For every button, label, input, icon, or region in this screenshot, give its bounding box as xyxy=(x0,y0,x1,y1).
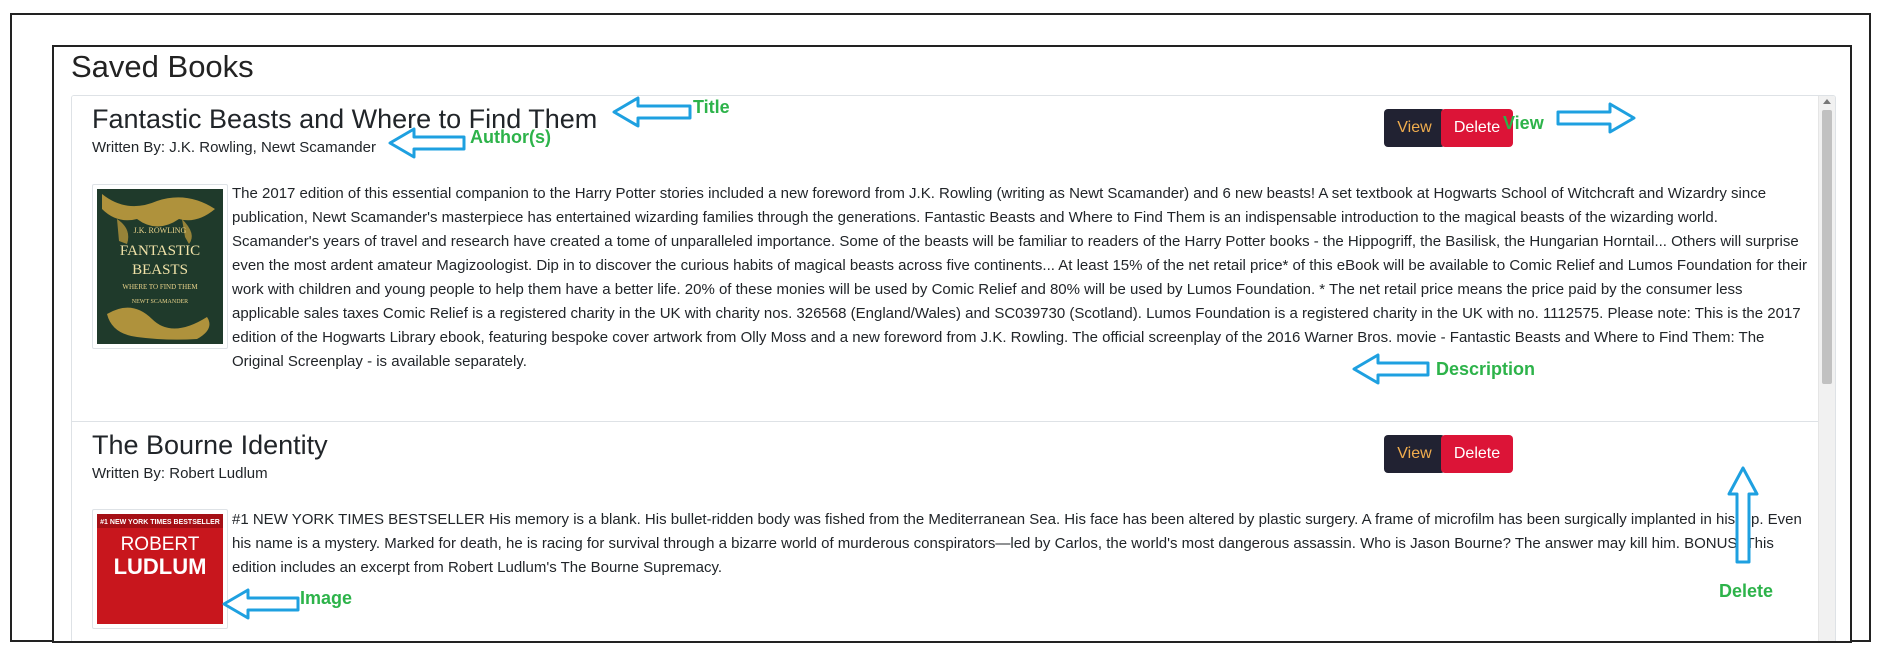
cover-byline: NEWT SCAMANDER xyxy=(132,299,188,305)
book-title: The Bourne Identity xyxy=(92,430,328,460)
cover-author-first: ROBERT xyxy=(121,534,200,555)
book-cover-image: J.K. ROWLING FANTASTIC BEASTS WHERE TO F… xyxy=(92,184,228,349)
book-authors: Written By: Robert Ludlum xyxy=(92,465,268,482)
vertical-scrollbar[interactable] xyxy=(1818,96,1835,641)
scrollbar-thumb[interactable] xyxy=(1822,110,1832,384)
view-button[interactable]: View xyxy=(1384,435,1445,473)
book-card: The Bourne Identity Written By: Robert L… xyxy=(72,422,1819,641)
annotation-authors-label: Author(s) xyxy=(470,127,551,147)
view-button[interactable]: View xyxy=(1384,109,1445,147)
cover-author-line: J.K. ROWLING xyxy=(134,226,187,235)
annotation-image-label: Image xyxy=(300,588,353,608)
book-description: The 2017 edition of this essential compa… xyxy=(232,185,1807,370)
saved-books-list[interactable]: Fantastic Beasts and Where to Find Them … xyxy=(71,95,1836,641)
image-annotation-arrow-icon xyxy=(222,588,300,620)
cover-title-line2: BEASTS xyxy=(132,262,188,278)
scroll-up-arrow-icon[interactable] xyxy=(1823,99,1831,104)
cover-banner: #1 NEW YORK TIMES BESTSELLER xyxy=(100,519,220,526)
delete-button[interactable]: Delete xyxy=(1441,435,1513,473)
description-annotation-arrow-icon xyxy=(1352,353,1430,385)
cover-title-line1: FANTASTIC xyxy=(120,243,200,259)
title-annotation-arrow-icon xyxy=(612,96,692,128)
bourne-identity-cover: #1 NEW YORK TIMES BESTSELLER ROBERT LUDL… xyxy=(97,514,223,624)
book-authors: Written By: J.K. Rowling, Newt Scamander xyxy=(92,139,376,156)
fantastic-beasts-cover: J.K. ROWLING FANTASTIC BEASTS WHERE TO F… xyxy=(97,189,223,344)
delete-annotation-arrow-icon xyxy=(1727,466,1759,564)
authors-annotation-arrow-icon xyxy=(388,127,466,159)
annotation-delete-label: Delete xyxy=(1719,581,1774,601)
annotation-description-label: Description xyxy=(1436,359,1536,379)
annotation-view-label: View xyxy=(1503,113,1544,133)
book-card: Fantastic Beasts and Where to Find Them … xyxy=(72,96,1819,422)
view-annotation-arrow-icon xyxy=(1556,102,1636,134)
page-title: Saved Books xyxy=(71,49,254,84)
cover-author-last: LUDLUM xyxy=(114,554,207,579)
book-description: #1 NEW YORK TIMES BESTSELLER His memory … xyxy=(232,511,1802,576)
annotation-title-label: Title xyxy=(693,97,730,117)
cover-subtitle: WHERE TO FIND THEM xyxy=(122,283,198,291)
book-cover-image: #1 NEW YORK TIMES BESTSELLER ROBERT LUDL… xyxy=(92,509,228,629)
